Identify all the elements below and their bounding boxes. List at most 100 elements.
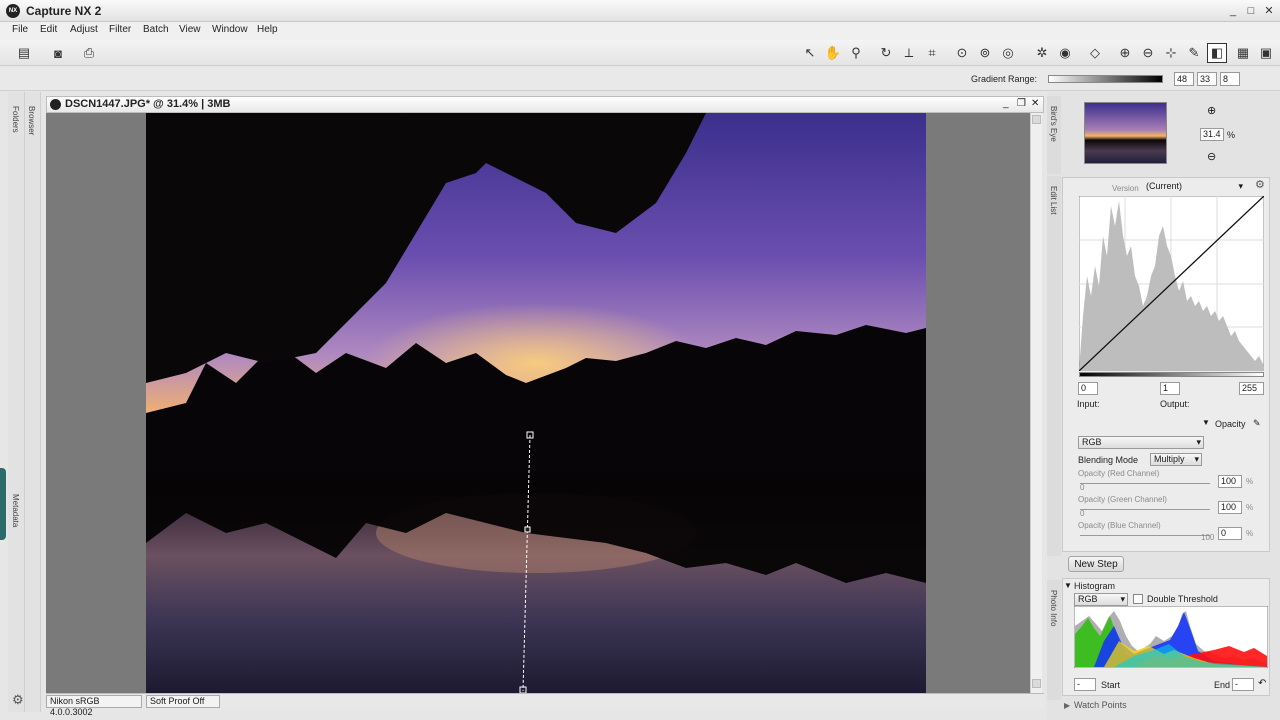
green-min: 0: [1080, 509, 1085, 518]
zoom-icon[interactable]: ⚲: [846, 43, 866, 63]
document-title-bar: DSCN1447.JPG* @ 31.4% | 3MB _ ❐ ✕: [46, 96, 1044, 113]
scroll-down-button[interactable]: [1032, 679, 1041, 688]
direct-select-icon[interactable]: ↖: [800, 43, 820, 63]
soft-proof-dropdown[interactable]: Soft Proof Off: [146, 695, 220, 708]
photo-image[interactable]: [146, 113, 926, 693]
close-button[interactable]: ✕: [1262, 5, 1276, 17]
gradient-range-label: Gradient Range:: [971, 74, 1038, 84]
color-point-icon[interactable]: ◎: [998, 43, 1018, 63]
plus-point-icon[interactable]: ⊕: [1115, 43, 1135, 63]
gradient-value-1[interactable]: 48: [1174, 72, 1194, 86]
camera-icon[interactable]: ◙: [48, 43, 68, 63]
channel-dropdown[interactable]: RGB: [1078, 436, 1204, 449]
blue-opacity-input[interactable]: 0: [1218, 527, 1242, 540]
add-point-icon[interactable]: ⊹: [1161, 43, 1181, 63]
opacity-brush-icon[interactable]: ✎: [1253, 418, 1261, 429]
zoom-percent: %: [1227, 130, 1236, 140]
status-bar: Nikon sRGB 4.0.0.3002 Soft Proof Off: [46, 693, 1044, 717]
birds-eye-thumbnail[interactable]: [1084, 102, 1167, 164]
green-opacity-slider[interactable]: [1080, 509, 1210, 510]
gradient-value-3[interactable]: 8: [1220, 72, 1240, 86]
version-label: Version: [1112, 184, 1139, 193]
menu-filter[interactable]: Filter: [109, 24, 131, 35]
zoom-out-icon[interactable]: ⊖: [1207, 150, 1216, 163]
title-bar: NX Capture NX 2 _ □ ✕: [0, 0, 1280, 22]
red-opacity-label: Opacity (Red Channel): [1078, 469, 1160, 478]
rgb-histogram: [1074, 606, 1268, 668]
straighten-icon[interactable]: ⟂: [899, 43, 919, 63]
settings-gear-icon[interactable]: ⚙: [12, 692, 40, 708]
histogram-start-label: Start: [1101, 680, 1121, 690]
left-rail-folders: Folders Metadata: [8, 92, 25, 712]
birds-eye-tab[interactable]: Bird's Eye: [1047, 96, 1061, 174]
opacity-chevron-icon[interactable]: ▼: [1202, 418, 1210, 427]
watch-points-chevron-icon[interactable]: ▶: [1064, 701, 1070, 710]
green-opacity-label: Opacity (Green Channel): [1078, 495, 1167, 504]
selection-icon[interactable]: ▣: [1256, 43, 1276, 63]
red-eye-icon[interactable]: ⊙: [952, 43, 972, 63]
browser-tab[interactable]: Browser: [27, 106, 36, 135]
input-mid-field[interactable]: 1: [1160, 382, 1180, 395]
gradient-icon[interactable]: ◧: [1207, 43, 1227, 63]
histogram-label: Histogram: [1074, 581, 1116, 591]
zoom-input[interactable]: 31.4: [1200, 128, 1224, 141]
gradient-range-slider[interactable]: [1048, 75, 1163, 83]
new-step-button[interactable]: New Step: [1068, 556, 1124, 572]
print-icon[interactable]: ⎙: [79, 43, 99, 63]
doc-close-icon[interactable]: ✕: [1031, 98, 1039, 109]
histogram-start-input[interactable]: -: [1074, 678, 1096, 691]
blending-mode-dropdown[interactable]: Multiply: [1150, 453, 1202, 466]
selection-control-point-icon[interactable]: ◉: [1055, 43, 1075, 63]
maximize-button[interactable]: □: [1244, 5, 1258, 17]
doc-restore-icon[interactable]: ❐: [1017, 98, 1026, 109]
doc-minimize-icon[interactable]: _: [1003, 98, 1009, 109]
histogram-channel-dropdown[interactable]: RGB: [1074, 593, 1128, 606]
output-label: Output:: [1160, 399, 1190, 409]
menu-file[interactable]: File: [12, 24, 28, 35]
histogram-reset-icon[interactable]: ↶: [1258, 678, 1266, 689]
red-opacity-slider[interactable]: [1080, 483, 1210, 484]
metadata-tab[interactable]: Metadata: [11, 494, 20, 527]
birds-eye-label: Bird's Eye: [1049, 106, 1058, 142]
version-dropdown[interactable]: (Current): [1142, 180, 1246, 193]
workspace-icon[interactable]: ▤: [14, 43, 34, 63]
edit-settings-gear-icon[interactable]: ⚙: [1255, 178, 1265, 191]
histogram-chevron-icon[interactable]: ▼: [1064, 581, 1072, 590]
input-min-field[interactable]: 0: [1078, 382, 1098, 395]
edit-list-tab[interactable]: Edit List: [1047, 176, 1061, 556]
lasso-icon[interactable]: ◇: [1085, 43, 1105, 63]
output-gradient-bar: [1079, 372, 1264, 377]
green-opacity-input[interactable]: 100: [1218, 501, 1242, 514]
fill-icon[interactable]: ▦: [1233, 43, 1253, 63]
double-threshold-checkbox[interactable]: [1133, 594, 1143, 604]
hand-icon[interactable]: ✋: [823, 43, 843, 63]
red-opacity-input[interactable]: 100: [1218, 475, 1242, 488]
minus-point-icon[interactable]: ⊖: [1138, 43, 1158, 63]
menu-window[interactable]: Window: [212, 24, 248, 35]
side-handle[interactable]: [0, 468, 6, 540]
menu-view[interactable]: View: [179, 24, 201, 35]
menu-help[interactable]: Help: [257, 24, 278, 35]
vertical-scrollbar[interactable]: [1030, 113, 1042, 693]
scroll-up-button[interactable]: [1032, 115, 1041, 124]
auto-retouch-icon[interactable]: ⊚: [975, 43, 995, 63]
gradient-value-2[interactable]: 33: [1197, 72, 1217, 86]
brush-icon[interactable]: ✎: [1184, 43, 1204, 63]
control-point-icon[interactable]: ✲: [1032, 43, 1052, 63]
rotate-icon[interactable]: ↻: [876, 43, 896, 63]
menu-batch[interactable]: Batch: [143, 24, 169, 35]
green-pct: %: [1246, 503, 1254, 512]
photo-info-tab[interactable]: Photo Info: [1047, 580, 1061, 700]
blue-opacity-slider[interactable]: [1080, 535, 1210, 536]
double-threshold-label: Double Threshold: [1147, 594, 1218, 604]
tool-options-bar: Gradient Range: 48 33 8: [0, 67, 1280, 91]
zoom-in-icon[interactable]: ⊕: [1207, 104, 1216, 117]
folders-tab[interactable]: Folders: [11, 106, 20, 133]
input-max-field[interactable]: 255: [1239, 382, 1264, 395]
menu-edit[interactable]: Edit: [40, 24, 57, 35]
histogram-end-input[interactable]: -: [1232, 678, 1254, 691]
menu-adjust[interactable]: Adjust: [70, 24, 98, 35]
curves-graph[interactable]: [1079, 196, 1264, 371]
crop-icon[interactable]: ⌗: [922, 43, 942, 63]
minimize-button[interactable]: _: [1226, 5, 1240, 17]
